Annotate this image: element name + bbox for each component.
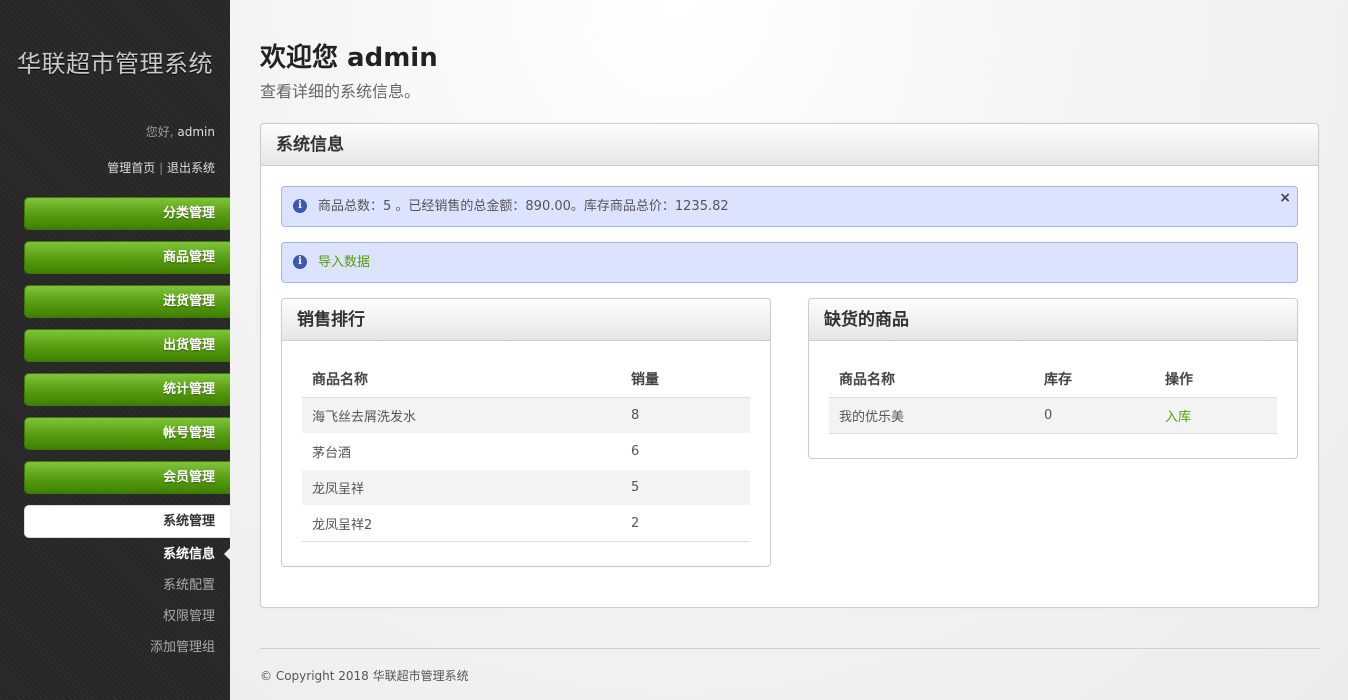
product-name-cell: 龙凤呈祥2 — [302, 505, 621, 542]
username: admin — [177, 125, 215, 139]
product-name-cell: 我的优乐美 — [829, 397, 1034, 434]
page-title: 欢迎您 admin — [260, 43, 438, 73]
restock-link[interactable]: 入库 — [1165, 410, 1191, 425]
stock-cell: 0 — [1034, 397, 1155, 434]
product-name-cell: 海飞丝去屑洗发水 — [302, 397, 621, 434]
column-header-product-name: 商品名称 — [302, 361, 621, 398]
table-row: 龙凤呈祥2 2 — [302, 505, 750, 542]
sales-ranking-table: 商品名称 销量 海飞丝去屑洗发水 8 茅台酒 6 龙凤呈祥 5 龙凤呈祥2 2 — [302, 361, 750, 542]
menu-item-purchase[interactable]: 进货管理 — [24, 285, 230, 318]
sales-ranking-panel: 销售排行 商品名称 销量 海飞丝去屑洗发水 8 茅台酒 6 龙凤呈祥 5 龙凤呈… — [281, 298, 771, 567]
close-icon[interactable]: × — [1279, 187, 1291, 209]
menu-item-shipment[interactable]: 出货管理 — [24, 329, 230, 362]
product-name-cell: 龙凤呈祥 — [302, 469, 621, 506]
stats-notice: i 商品总数：5 。已经销售的总金额：890.00。库存商品总价：1235.82… — [281, 186, 1298, 227]
page-subtitle: 查看详细的系统信息。 — [260, 82, 421, 101]
import-notice: i 导入数据 — [281, 242, 1298, 283]
sales-cell: 8 — [621, 397, 750, 434]
menu-item-category[interactable]: 分类管理 — [24, 197, 230, 230]
app-title: 华联超市管理系统 — [17, 50, 213, 78]
info-icon: i — [293, 199, 307, 213]
sales-cell: 2 — [621, 505, 750, 542]
table-row: 我的优乐美 0 入库 — [829, 397, 1277, 434]
link-separator: | — [159, 161, 164, 175]
out-of-stock-header: 缺货的商品 — [809, 299, 1297, 341]
submenu-item-add-admin-group[interactable]: 添加管理组 — [24, 632, 230, 663]
out-of-stock-table: 商品名称 库存 操作 我的优乐美 0 入库 — [829, 361, 1277, 434]
user-greeting: 您好, admin — [146, 123, 215, 140]
home-link[interactable]: 管理首页 — [107, 161, 155, 175]
table-row: 海飞丝去屑洗发水 8 — [302, 397, 750, 434]
column-header-stock: 库存 — [1034, 361, 1155, 398]
sales-ranking-header: 销售排行 — [282, 299, 770, 341]
stats-text: 商品总数：5 。已经销售的总金额：890.00。库存商品总价：1235.82 — [318, 199, 729, 214]
system-info-header: 系统信息 — [261, 124, 1318, 166]
system-submenu: 系统信息 系统配置 权限管理 添加管理组 — [24, 539, 230, 663]
action-cell: 入库 — [1155, 397, 1277, 434]
column-header-action: 操作 — [1155, 361, 1277, 398]
sidebar: 华联超市管理系统 您好, admin 管理首页 | 退出系统 分类管理 商品管理… — [0, 0, 230, 700]
submenu-item-permissions[interactable]: 权限管理 — [24, 601, 230, 632]
footer-copyright: © Copyright 2018 华联超市管理系统 — [260, 669, 469, 683]
logout-link[interactable]: 退出系统 — [167, 161, 215, 175]
greeting-prefix: 您好, — [145, 125, 174, 139]
main-content: 欢迎您 admin 查看详细的系统信息。 系统信息 i 商品总数：5 。已经销售… — [230, 0, 1348, 700]
table-row: 龙凤呈祥 5 — [302, 469, 750, 506]
import-data-link[interactable]: 导入数据 — [318, 255, 370, 270]
system-info-panel: 系统信息 i 商品总数：5 。已经销售的总金额：890.00。库存商品总价：12… — [260, 123, 1319, 608]
sales-cell: 5 — [621, 469, 750, 506]
product-name-cell: 茅台酒 — [302, 433, 621, 470]
menu-item-accounts[interactable]: 帐号管理 — [24, 417, 230, 450]
menu-item-statistics[interactable]: 统计管理 — [24, 373, 230, 406]
submenu-item-system-info[interactable]: 系统信息 — [24, 539, 230, 570]
sidebar-menu: 分类管理 商品管理 进货管理 出货管理 统计管理 帐号管理 会员管理 系统管理 … — [24, 197, 230, 663]
footer-divider — [260, 648, 1319, 649]
menu-item-system[interactable]: 系统管理 — [24, 505, 230, 538]
column-header-sales: 销量 — [621, 361, 750, 398]
sales-cell: 6 — [621, 433, 750, 470]
info-icon: i — [293, 255, 307, 269]
menu-item-members[interactable]: 会员管理 — [24, 461, 230, 494]
menu-item-products[interactable]: 商品管理 — [24, 241, 230, 274]
out-of-stock-panel: 缺货的商品 商品名称 库存 操作 我的优乐美 0 入库 — [808, 298, 1298, 459]
sidebar-links: 管理首页 | 退出系统 — [107, 159, 215, 176]
table-header-row: 商品名称 库存 操作 — [829, 361, 1277, 398]
column-header-product-name: 商品名称 — [829, 361, 1034, 398]
table-row: 茅台酒 6 — [302, 433, 750, 470]
table-header-row: 商品名称 销量 — [302, 361, 750, 398]
submenu-item-system-config[interactable]: 系统配置 — [24, 570, 230, 601]
